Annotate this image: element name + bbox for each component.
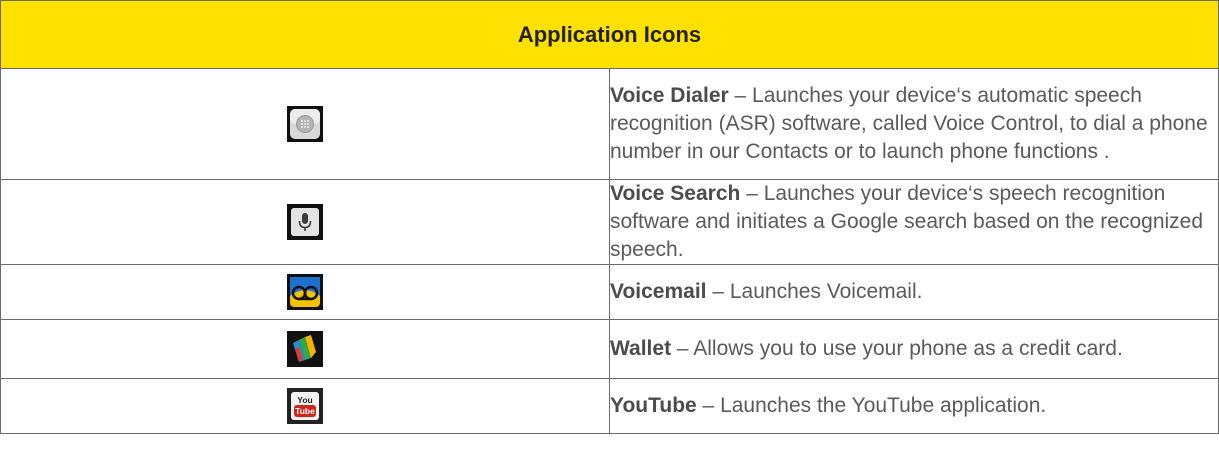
icon-cell — [0, 264, 610, 320]
app-name: Voicemail — [610, 280, 707, 303]
description-cell: Voice Dialer – Launches your device‘s au… — [609, 68, 1219, 180]
app-description: – Launches Voicemail. — [706, 280, 923, 303]
wallet-icon — [287, 331, 323, 367]
voice-search-icon — [287, 204, 323, 240]
icon-cell — [0, 68, 610, 180]
youtube-icon-text-top: You — [297, 395, 312, 405]
table-row: Wallet – Allows you to use your phone as… — [0, 319, 1219, 379]
table-header-row: Application Icons — [0, 0, 1219, 69]
youtube-icon-text-bottom: Tube — [295, 406, 315, 416]
table-row: Voice Dialer – Launches your device‘s au… — [0, 68, 1219, 180]
icon-cell — [0, 319, 610, 379]
application-icons-table: Application Icons Voice Dialer – Launche… — [0, 0, 1219, 434]
app-name: YouTube — [610, 394, 697, 417]
voicemail-icon — [287, 274, 323, 310]
description-cell: Voicemail – Launches Voicemail. — [609, 264, 1219, 320]
youtube-icon: You Tube — [287, 388, 323, 424]
voice-dialer-icon — [287, 106, 323, 142]
app-name: Voice Search — [610, 182, 741, 205]
app-name: Voice Dialer — [610, 84, 729, 107]
table-row: Voice Search – Launches your device‘s sp… — [0, 179, 1219, 265]
description-cell: Voice Search – Launches your device‘s sp… — [609, 179, 1219, 265]
app-description: – Launches the YouTube application. — [696, 394, 1047, 417]
description-cell: YouTube – Launches the YouTube applicati… — [609, 378, 1219, 434]
table-row: Voicemail – Launches Voicemail. — [0, 264, 1219, 320]
icon-cell: You Tube — [0, 378, 610, 434]
description-cell: Wallet – Allows you to use your phone as… — [609, 319, 1219, 379]
icon-cell — [0, 179, 610, 265]
app-description: – Allows you to use your phone as a cred… — [671, 337, 1123, 360]
table-title: Application Icons — [0, 0, 1219, 69]
app-name: Wallet — [610, 337, 672, 360]
table-row: You Tube YouTube – Launches the YouTube … — [0, 378, 1219, 434]
